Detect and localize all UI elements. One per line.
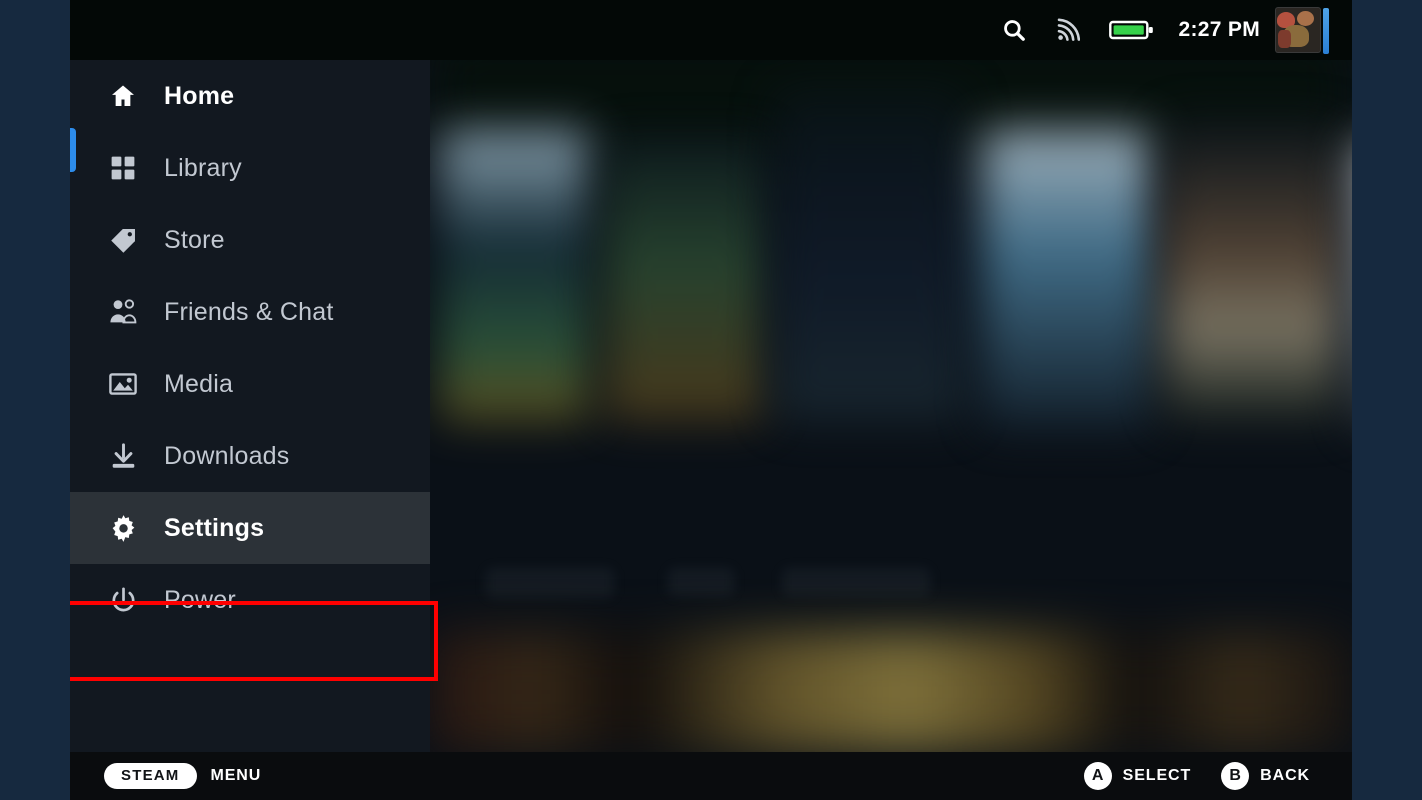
blurred-library-backdrop [430,60,1352,752]
sidebar-item-label: Store [164,225,225,254]
hint-back[interactable]: B BACK [1221,762,1310,790]
device-frame: 2:27 PM Home Library Store Friends & Cha… [0,0,1422,800]
hint-select-label: SELECT [1122,767,1192,784]
main-menu-sidebar: Home Library Store Friends & Chat Media … [70,60,438,752]
sidebar-item-library[interactable]: Library [70,132,430,204]
steam-button-badge[interactable]: STEAM [104,763,197,789]
backdrop-bottom-artwork [430,632,1352,752]
grid-icon [108,153,138,183]
b-button-glyph: B [1221,762,1250,790]
footer-right-group: A SELECT B BACK [1083,762,1352,790]
sidebar-item-label: Media [164,369,234,398]
wifi-signal-icon[interactable] [1041,0,1095,60]
home-icon [108,81,138,111]
hint-back-label: BACK [1260,767,1310,784]
sidebar-item-label: Home [164,81,235,110]
sidebar-item-label: Friends & Chat [164,297,334,326]
battery-full-icon[interactable] [1095,0,1169,60]
people-icon [108,297,138,327]
sidebar-item-media[interactable]: Media [70,348,430,420]
sidebar-item-settings[interactable]: Settings [70,492,430,564]
footer-left-group: STEAM MENU [70,763,261,789]
steam-deck-screen: 2:27 PM Home Library Store Friends & Cha… [70,0,1352,800]
sidebar-item-home[interactable]: Home [70,60,430,132]
avatar-image [1276,8,1320,52]
avatar-focus-accent [1323,8,1329,54]
sidebar-item-friends-and-chat[interactable]: Friends & Chat [70,276,430,348]
menu-label: MENU [210,767,262,784]
footer-hint-bar: STEAM MENU A SELECT B BACK [70,752,1352,800]
clock: 2:27 PM [1178,18,1260,41]
tag-icon [108,225,138,255]
power-icon [108,585,138,615]
sidebar-item-power[interactable]: Power [70,564,430,636]
image-icon [108,369,138,399]
sidebar-item-store[interactable]: Store [70,204,430,276]
focus-indicator-bar [70,128,76,172]
sidebar-item-label: Power [164,585,236,614]
sidebar-item-label: Downloads [164,441,290,470]
sidebar-item-downloads[interactable]: Downloads [70,420,430,492]
sidebar-item-label: Settings [164,513,265,542]
status-bar: 2:27 PM [70,0,1352,60]
hint-select[interactable]: A SELECT [1083,762,1192,790]
sidebar-item-label: Library [164,153,242,182]
search-icon[interactable] [987,0,1041,60]
a-button-glyph: A [1083,762,1112,790]
gear-icon [108,513,138,543]
avatar[interactable] [1276,0,1330,60]
download-icon [108,441,138,471]
